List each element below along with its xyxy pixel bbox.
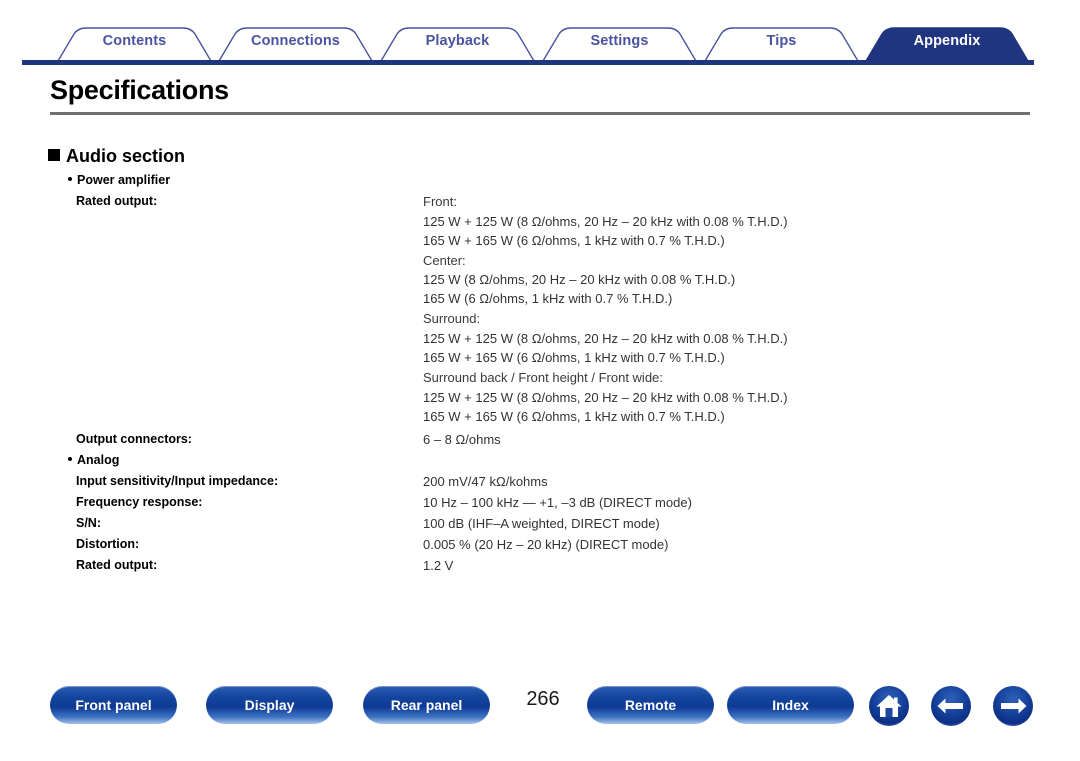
spec-value-front-6ohm: 165 W + 165 W (6 Ω/ohms, 1 kHz with 0.7 … [423,233,725,248]
display-button[interactable]: Display [206,686,333,724]
page-number: 266 [526,688,560,710]
tab-contents[interactable]: Contents [58,22,211,60]
section-heading-audio: Audio section [48,146,185,167]
spec-value-surround-back-group: Surround back / Front height / Front wid… [423,370,663,385]
arrow-left-icon [937,698,963,714]
next-page-button[interactable] [993,686,1033,726]
spec-value-surround-group: Surround: [423,311,481,326]
subsection-heading-analog: Analog [68,453,119,467]
subsection-heading-power-amplifier: Power amplifier [68,173,170,187]
page-title: Specifications [50,75,229,105]
spec-value-distortion: 0.005 % (20 Hz – 20 kHz) (DIRECT mode) [423,537,669,552]
tab-settings-label: Settings [590,33,649,49]
spec-label-signal-noise: S/N: [76,516,101,530]
spec-label-output-connectors: Output connectors: [76,432,192,446]
index-button-label: Index [772,697,809,713]
dot-bullet-icon [68,177,72,181]
remote-button[interactable]: Remote [587,686,714,724]
tab-appendix-label: Appendix [913,33,981,49]
spec-value-input-sensitivity: 200 mV/47 kΩ/kohms [423,474,548,489]
home-button[interactable] [869,686,909,726]
spec-value-center-group: Center: [423,253,466,268]
spec-label-rated-output-analog: Rated output: [76,558,158,572]
tab-playback-label: Playback [425,33,490,49]
section-heading-audio-label: Audio section [66,146,186,166]
square-bullet-icon [48,149,60,161]
tab-tips[interactable]: Tips [705,22,858,60]
tab-connections[interactable]: Connections [219,22,372,60]
spec-label-frequency-response: Frequency response: [76,495,203,509]
subsection-heading-power-amplifier-label: Power amplifier [77,173,171,187]
spec-value-surround-back-8ohm: 125 W + 125 W (8 Ω/ohms, 20 Hz – 20 kHz … [423,390,788,405]
spec-label-distortion: Distortion: [76,537,140,551]
tab-contents-label: Contents [102,33,167,49]
tab-settings[interactable]: Settings [543,22,696,60]
tab-connections-label: Connections [251,33,340,49]
index-button[interactable]: Index [727,686,854,724]
spec-value-surround-8ohm: 125 W + 125 W (8 Ω/ohms, 20 Hz – 20 kHz … [423,331,788,346]
spec-value-center-8ohm: 125 W (8 Ω/ohms, 20 Hz – 20 kHz with 0.0… [423,272,736,287]
spec-value-front-8ohm: 125 W + 125 W (8 Ω/ohms, 20 Hz – 20 kHz … [423,214,788,229]
display-button-label: Display [244,697,295,713]
spec-value-output-connectors: 6 – 8 Ω/ohms [423,432,501,447]
remote-button-label: Remote [624,697,677,713]
dot-bullet-icon [68,457,72,461]
spec-value-frequency-response: 10 Hz – 100 kHz — +1, –3 dB (DIRECT mode… [423,495,692,510]
rear-panel-button-label: Rear panel [390,697,463,713]
footer-navigation: Front panel Display Rear panel 266 Remot… [0,686,1080,736]
previous-page-button[interactable] [931,686,971,726]
front-panel-button[interactable]: Front panel [50,686,177,724]
tab-underline-bar [22,60,1034,65]
title-divider [50,112,1030,115]
spec-value-front-group: Front: [423,194,457,209]
spec-value-surround-back-6ohm: 165 W + 165 W (6 Ω/ohms, 1 kHz with 0.7 … [423,409,725,424]
tab-tips-label: Tips [766,33,797,49]
front-panel-button-label: Front panel [75,697,152,713]
arrow-right-icon [1001,698,1027,714]
spec-value-center-6ohm: 165 W (6 Ω/ohms, 1 kHz with 0.7 % T.H.D.… [423,291,673,306]
spec-value-rated-output-analog: 1.2 V [423,558,454,573]
tab-playback[interactable]: Playback [381,22,534,60]
tab-appendix[interactable]: Appendix [866,22,1028,60]
spec-value-signal-noise: 100 dB (IHF–A weighted, DIRECT mode) [423,516,660,531]
spec-value-surround-6ohm: 165 W + 165 W (6 Ω/ohms, 1 kHz with 0.7 … [423,350,725,365]
spec-label-rated-output-amp: Rated output: [76,194,158,208]
spec-label-input-sensitivity: Input sensitivity/Input impedance: [76,474,279,488]
rear-panel-button[interactable]: Rear panel [363,686,490,724]
subsection-heading-analog-label: Analog [77,453,120,467]
home-icon [876,695,902,717]
